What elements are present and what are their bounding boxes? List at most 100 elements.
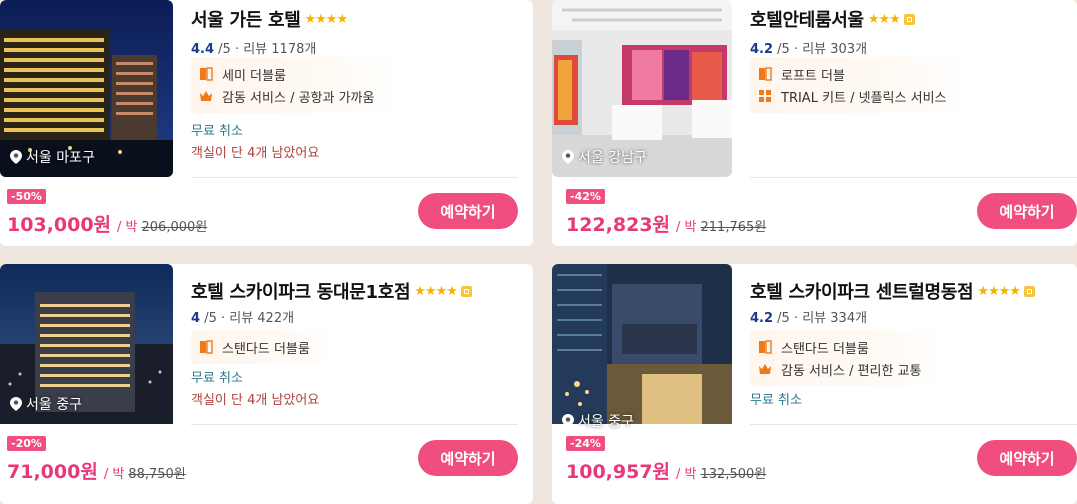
free-cancel-label: 무료 취소 xyxy=(191,124,243,139)
feature-label: 감동 서비스 / 편리한 교통 xyxy=(781,363,922,379)
discount-badge: -20% xyxy=(7,436,46,451)
review-count: /5 · 리뷰 303개 xyxy=(777,42,868,57)
certified-badge-icon xyxy=(460,285,472,297)
feature-list: 스탠다드 더블룸 xyxy=(191,330,332,364)
divider xyxy=(750,177,1077,178)
feature-list: 로프트 더블 TRIAL 키트 / 넷플릭스 서비스 xyxy=(750,57,969,113)
location-label: 서울 중구 xyxy=(562,411,634,431)
per-night-label: / 박 xyxy=(676,467,697,482)
hotel-photo[interactable]: 서울 중구 xyxy=(0,264,173,441)
hotel-name[interactable]: 서울 가든 호텔 xyxy=(191,6,301,32)
star-rating-icon: ★★★★ xyxy=(414,283,458,299)
location-text: 서울 마포구 xyxy=(26,150,95,166)
divider xyxy=(750,424,1077,425)
feature-label: 로프트 더블 xyxy=(781,68,845,84)
rating-summary: 4 /5 · 리뷰 422개 xyxy=(191,307,294,326)
rating-summary: 4.4 /5 · 리뷰 1178개 xyxy=(191,38,316,57)
feature-label: 스탠다드 더블룸 xyxy=(222,341,310,357)
discount-badge: -24% xyxy=(566,436,605,451)
map-pin-icon xyxy=(10,397,22,411)
rating-summary: 4.2 /5 · 리뷰 334개 xyxy=(750,307,867,326)
feature-item: 감동 서비스 / 공항과 가까움 xyxy=(195,85,374,107)
feature-item: 감동 서비스 / 편리한 교통 xyxy=(754,358,922,380)
per-night-label: / 박 xyxy=(117,220,138,235)
sale-price: 103,000원 xyxy=(7,214,112,236)
original-price: 211,765원 xyxy=(700,220,767,235)
hotel-card[interactable]: 서울 강남구 호텔안테룸서울 ★★★ 4.2 /5 · 리뷰 303개 로프트 … xyxy=(552,0,1077,246)
feature-item: 스탠다드 더블룸 xyxy=(195,336,310,358)
certified-badge-icon xyxy=(903,13,915,25)
feature-item: 로프트 더블 xyxy=(754,63,947,85)
divider xyxy=(191,177,518,178)
review-score: 4.2 xyxy=(750,42,774,57)
feature-item: TRIAL 키트 / 넷플릭스 서비스 xyxy=(754,85,947,107)
hotel-photo[interactable]: 서울 강남구 xyxy=(552,0,732,177)
price-row: 103,000원 / 박 206,000원 xyxy=(7,210,207,237)
door-icon xyxy=(200,340,213,354)
hotel-name[interactable]: 호텔안테룸서울 xyxy=(750,6,864,32)
discount-badge: -42% xyxy=(566,189,605,204)
review-count: /5 · 리뷰 422개 xyxy=(204,311,295,326)
price-row: 122,823원 / 박 211,765원 xyxy=(566,210,766,237)
feature-label: 스탠다드 더블룸 xyxy=(781,341,869,357)
feature-item: 세미 더블룸 xyxy=(195,63,374,85)
feature-list: 스탠다드 더블룸 감동 서비스 / 편리한 교통 xyxy=(750,330,944,386)
free-cancel-label: 무료 취소 xyxy=(191,371,243,386)
per-night-label: / 박 xyxy=(103,467,125,482)
feature-list: 세미 더블룸 감동 서비스 / 공항과 가까움 xyxy=(191,57,397,113)
divider xyxy=(191,424,518,425)
review-score: 4 xyxy=(191,311,201,326)
star-rating-icon: ★★★ xyxy=(867,11,901,27)
review-score: 4.2 xyxy=(750,311,774,326)
feature-label: TRIAL 키트 / 넷플릭스 서비스 xyxy=(781,90,947,106)
hotel-photo[interactable]: 서울 중구 xyxy=(552,264,732,441)
book-button[interactable]: 예약하기 xyxy=(418,193,518,229)
hotel-name[interactable]: 호텔 스카이파크 동대문1호점 xyxy=(191,278,411,304)
original-price: 88,750원 xyxy=(128,467,186,482)
rooms-left-label: 객실이 단 4개 남았어요 xyxy=(191,146,320,161)
free-cancel-label: 무료 취소 xyxy=(750,393,802,408)
location-label: 서울 중구 xyxy=(10,394,82,414)
feature-label: 감동 서비스 / 공항과 가까움 xyxy=(222,90,375,106)
rating-summary: 4.2 /5 · 리뷰 303개 xyxy=(750,38,867,57)
sale-price: 122,823원 xyxy=(566,214,671,236)
feature-label: 세미 더블룸 xyxy=(222,68,286,84)
hotel-card[interactable]: 서울 중구 호텔 스카이파크 센트럴명동점 ★★★★ 4.2 /5 · 리뷰 3… xyxy=(552,264,1077,504)
map-pin-icon xyxy=(10,150,22,164)
book-button[interactable]: 예약하기 xyxy=(977,193,1077,229)
door-icon xyxy=(759,340,772,354)
location-label: 서울 마포구 xyxy=(10,147,95,167)
map-pin-icon xyxy=(562,150,574,164)
door-icon xyxy=(200,67,213,81)
door-icon xyxy=(759,67,772,81)
hotel-card[interactable]: 서울 마포구 서울 가든 호텔 ★★★★ 4.4 /5 · 리뷰 1178개 세… xyxy=(0,0,533,246)
book-button[interactable]: 예약하기 xyxy=(977,440,1077,476)
review-count: /5 · 리뷰 334개 xyxy=(777,311,868,326)
discount-badge: -50% xyxy=(7,189,46,204)
map-pin-icon xyxy=(562,414,574,428)
grid-icon xyxy=(759,90,771,102)
crown-icon xyxy=(200,91,212,101)
feature-item: 스탠다드 더블룸 xyxy=(754,336,922,358)
hotel-photo[interactable]: 서울 마포구 xyxy=(0,0,173,177)
hotel-name[interactable]: 호텔 스카이파크 센트럴명동점 xyxy=(750,278,974,304)
location-text: 서울 중구 xyxy=(26,397,82,413)
crown-icon xyxy=(759,364,771,374)
sale-price: 71,000원 xyxy=(7,461,98,483)
per-night-label: / 박 xyxy=(676,220,697,235)
location-text: 서울 강남구 xyxy=(578,150,647,166)
star-rating-icon: ★★★★ xyxy=(977,283,1021,299)
original-price: 206,000원 xyxy=(141,220,208,235)
book-button[interactable]: 예약하기 xyxy=(418,440,518,476)
price-row: 100,957원 / 박 132,500원 xyxy=(566,457,766,484)
original-price: 132,500원 xyxy=(700,467,767,482)
certified-badge-icon xyxy=(1023,285,1035,297)
price-row: 71,000원 / 박 88,750원 xyxy=(7,457,186,484)
review-count: /5 · 리뷰 1178개 xyxy=(218,42,317,57)
rooms-left-label: 객실이 단 4개 남았어요 xyxy=(191,393,320,408)
sale-price: 100,957원 xyxy=(566,461,671,483)
hotel-card[interactable]: 서울 중구 호텔 스카이파크 동대문1호점 ★★★★ 4 /5 · 리뷰 422… xyxy=(0,264,533,504)
star-rating-icon: ★★★★ xyxy=(304,11,349,27)
location-text: 서울 중구 xyxy=(578,414,634,430)
location-label: 서울 강남구 xyxy=(562,147,647,167)
